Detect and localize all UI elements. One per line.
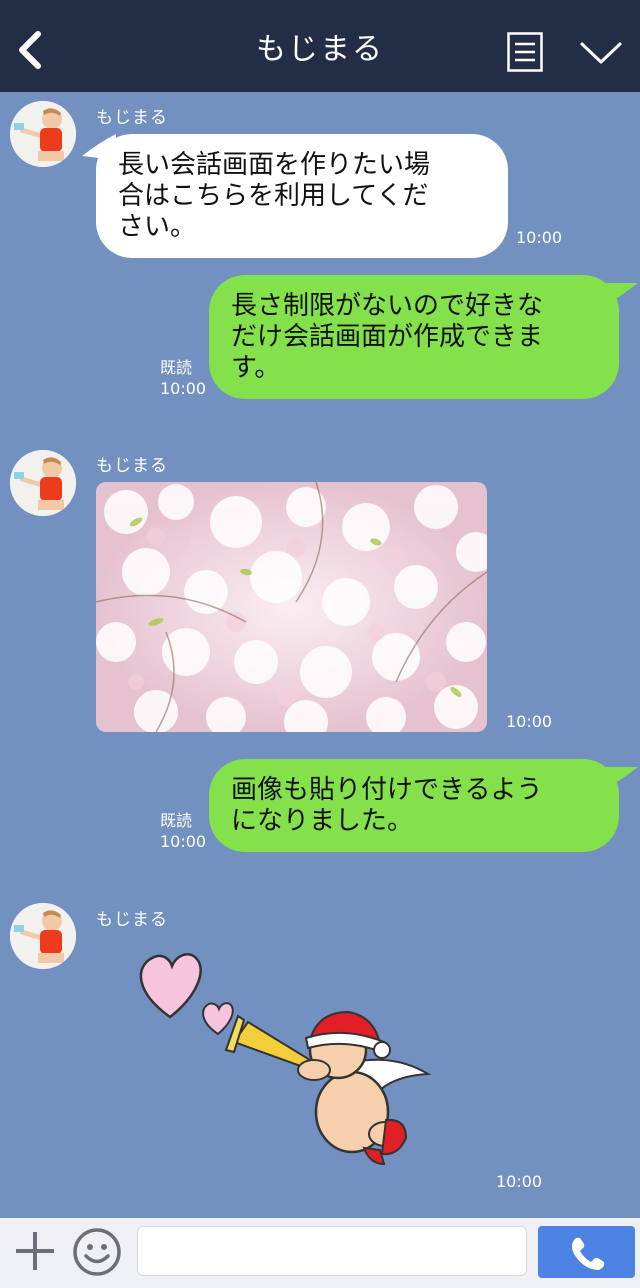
- menu-button[interactable]: [507, 32, 543, 72]
- sender-name: もじまる: [96, 910, 168, 930]
- sender-name: もじまる: [96, 456, 168, 476]
- incoming-message-bubble[interactable]: 長い会話画面を作りたい場 合はこちらを利用してくだ さい。: [96, 134, 508, 258]
- message-time: 10:00: [506, 712, 553, 731]
- avatar[interactable]: [10, 101, 76, 167]
- chat-title: もじまる: [256, 32, 384, 67]
- message-line: 合はこちらを利用してくだ: [118, 181, 429, 211]
- message-time: 10:00: [496, 1172, 543, 1191]
- read-receipt: 既読: [160, 811, 193, 830]
- message-line: さい。: [118, 212, 197, 242]
- chat-header: もじまる: [0, 0, 640, 92]
- message-line: になりました。: [231, 806, 414, 836]
- message-time: 10:00: [160, 379, 207, 398]
- emoji-button[interactable]: [72, 1227, 122, 1277]
- plus-icon: [16, 1232, 54, 1270]
- cherry-blossom-photo[interactable]: [96, 482, 487, 732]
- add-attachment-button[interactable]: [12, 1228, 58, 1274]
- outgoing-message-bubble[interactable]: 画像も貼り付けできるよう になりました。: [209, 759, 619, 852]
- read-receipt: 既読: [160, 358, 193, 377]
- baby-avatar-icon: [10, 903, 76, 969]
- message-line: す。: [231, 353, 281, 383]
- message-input-bar: [0, 1218, 640, 1288]
- message-line: 長さ制限がないので好きな: [231, 291, 544, 321]
- message-time: 10:00: [516, 228, 563, 247]
- message-line: 画像も貼り付けできるよう: [231, 775, 543, 805]
- chevron-down-icon: [580, 42, 622, 64]
- collapse-button[interactable]: [578, 36, 624, 68]
- phone-icon: [572, 1237, 605, 1270]
- message-line: 長い会話画面を作りたい場: [118, 150, 431, 180]
- avatar[interactable]: [10, 903, 76, 969]
- sender-name: もじまる: [96, 108, 168, 128]
- baby-avatar-icon: [10, 450, 76, 516]
- avatar[interactable]: [10, 450, 76, 516]
- smiley-icon: [73, 1228, 121, 1276]
- list-icon: [507, 32, 543, 72]
- cupid-sticker[interactable]: [130, 942, 440, 1172]
- message-time: 10:00: [160, 832, 207, 851]
- cherry-blossom-image: [96, 482, 487, 732]
- message-input[interactable]: [137, 1226, 527, 1276]
- cupid-icon: [139, 953, 432, 1166]
- baby-avatar-icon: [10, 101, 76, 167]
- outgoing-message-bubble[interactable]: 長さ制限がないので好きな だけ会話画面が作成できま す。: [209, 275, 619, 399]
- message-line: だけ会話画面が作成できま: [231, 322, 544, 352]
- call-button[interactable]: [538, 1226, 635, 1278]
